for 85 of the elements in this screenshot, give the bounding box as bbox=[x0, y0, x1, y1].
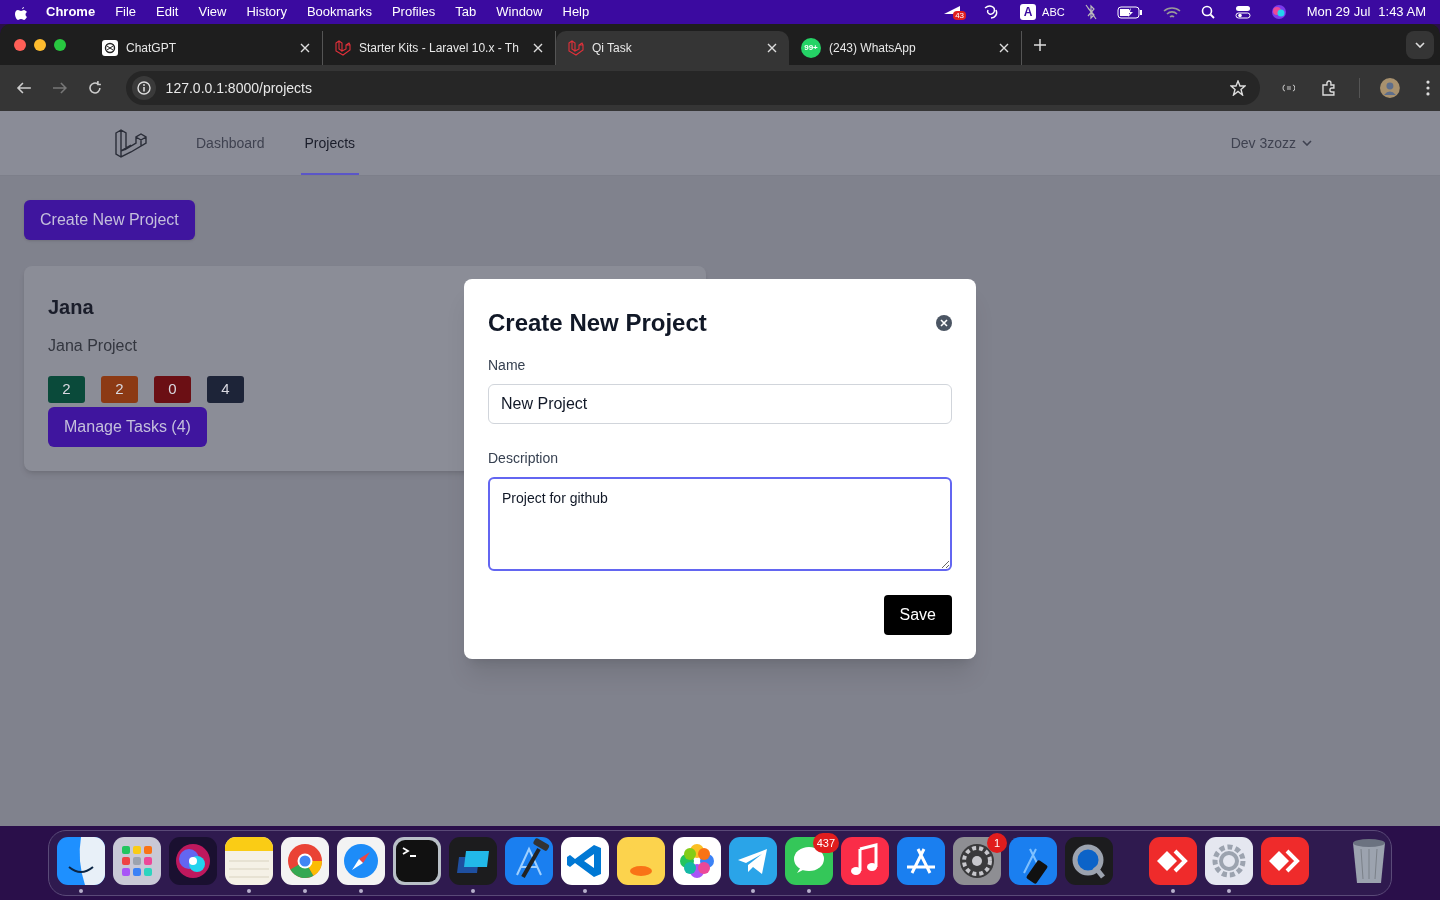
crossed-tools-icon[interactable] bbox=[897, 837, 945, 885]
window-control-icon[interactable] bbox=[14, 38, 26, 51]
input-source-label: ABC bbox=[1042, 4, 1065, 20]
star-icon[interactable] bbox=[1229, 80, 1246, 96]
window-control-icon[interactable] bbox=[54, 38, 66, 51]
info-icon bbox=[136, 81, 151, 95]
wifi-icon[interactable] bbox=[1162, 5, 1181, 19]
chevron-down-icon bbox=[1415, 41, 1425, 48]
task-count-badge: 0 bbox=[154, 376, 191, 403]
compass-icon[interactable] bbox=[337, 837, 385, 885]
card-stack-icon[interactable] bbox=[449, 837, 497, 885]
menu-item[interactable]: Tab bbox=[455, 2, 477, 22]
field-label: Description bbox=[488, 448, 560, 468]
split-square-icon[interactable] bbox=[57, 837, 105, 885]
cube-logo-icon bbox=[568, 40, 584, 56]
plus-icon[interactable] bbox=[1034, 38, 1046, 51]
menu-item[interactable]: Profiles bbox=[391, 2, 436, 22]
settings-icon[interactable] bbox=[1205, 837, 1253, 885]
manage-tasks-button[interactable]: Manage Tasks (4) bbox=[48, 407, 207, 447]
menu-item[interactable]: Edit bbox=[156, 2, 179, 22]
notepad-icon[interactable] bbox=[225, 837, 273, 885]
close-icon[interactable] bbox=[300, 43, 310, 53]
reload-icon[interactable] bbox=[87, 81, 102, 95]
search-icon[interactable] bbox=[1200, 5, 1215, 19]
close-icon[interactable] bbox=[999, 43, 1009, 53]
avatar-icon[interactable] bbox=[1380, 78, 1401, 98]
menu-item[interactable]: History bbox=[246, 2, 287, 22]
close-icon[interactable] bbox=[533, 43, 543, 53]
cube-logo-icon bbox=[335, 40, 351, 56]
battery-icon[interactable] bbox=[1116, 5, 1143, 19]
cube-logo-icon[interactable] bbox=[115, 127, 149, 159]
menu-item[interactable]: Help bbox=[562, 2, 590, 22]
menu-bar-time[interactable]: 1:43 AM bbox=[1378, 2, 1426, 22]
back-arrow-icon[interactable] bbox=[16, 81, 32, 95]
flower-icon[interactable] bbox=[673, 837, 721, 885]
field-label: Name bbox=[488, 356, 527, 375]
chat-bubble-icon[interactable] bbox=[785, 837, 833, 885]
music-note-icon[interactable] bbox=[841, 837, 889, 885]
settings-icon[interactable] bbox=[953, 837, 1001, 885]
menu-item[interactable]: Bookmarks bbox=[306, 2, 372, 22]
paper-plane-icon[interactable] bbox=[729, 837, 777, 885]
name-input-field[interactable]: New Project bbox=[488, 384, 952, 424]
description-textarea[interactable]: Project for github bbox=[488, 476, 952, 571]
menu-item[interactable]: Chrome bbox=[46, 2, 96, 22]
notification-badge: 43 bbox=[953, 11, 967, 20]
app-grid-icon[interactable] bbox=[113, 837, 161, 885]
input-source-icon[interactable]: A bbox=[1020, 4, 1037, 20]
orb-icon[interactable] bbox=[169, 837, 217, 885]
project-description: Jana Project bbox=[48, 336, 137, 356]
modal-title: Create New Project bbox=[488, 308, 707, 338]
browser-tab[interactable]: Qi Task bbox=[556, 31, 789, 65]
notification-badge: 437 bbox=[812, 833, 839, 853]
menu-item[interactable]: Window bbox=[496, 2, 543, 22]
terminal-icon[interactable] bbox=[393, 837, 441, 885]
project-name: Jana bbox=[48, 295, 94, 320]
puzzle-piece-icon[interactable] bbox=[1321, 80, 1338, 96]
menu-item[interactable]: View bbox=[198, 2, 227, 22]
knot-logo-icon bbox=[102, 40, 118, 56]
braces-icon[interactable] bbox=[1281, 84, 1296, 92]
task-count-badge: 2 bbox=[48, 376, 85, 403]
menu-bar-date[interactable]: Mon 29 Jul bbox=[1306, 2, 1371, 22]
close-icon[interactable] bbox=[936, 315, 952, 331]
task-count-badge: 4 bbox=[207, 376, 244, 403]
notification-badge: 1 bbox=[987, 833, 1007, 853]
address-bar[interactable]: 127.0.0.1:8000/projects bbox=[125, 71, 1260, 105]
close-icon[interactable] bbox=[767, 43, 777, 53]
menu-item[interactable]: File bbox=[115, 2, 137, 22]
forward-arrow-icon[interactable] bbox=[51, 81, 68, 95]
orb-icon[interactable] bbox=[1270, 4, 1287, 20]
site-info-button[interactable] bbox=[131, 76, 156, 100]
hammer-icon[interactable] bbox=[505, 837, 553, 885]
create-project-button[interactable]: Create New Project bbox=[24, 200, 195, 240]
favicon-count: 99+ bbox=[801, 38, 821, 58]
window-control-icon[interactable] bbox=[34, 38, 46, 51]
more-menu-icon[interactable] bbox=[1426, 80, 1430, 96]
task-count-badge: 2 bbox=[101, 376, 138, 403]
toggle-switch-icon[interactable] bbox=[1234, 5, 1251, 19]
save-button[interactable]: Save bbox=[883, 595, 952, 635]
chevron-down-icon bbox=[1302, 140, 1312, 146]
magnifier-icon[interactable] bbox=[1065, 837, 1113, 885]
bluetooth-icon[interactable] bbox=[1084, 4, 1097, 20]
apple-icon[interactable] bbox=[14, 4, 28, 20]
code-editor-icon[interactable] bbox=[561, 837, 609, 885]
tab-search-button[interactable] bbox=[1406, 30, 1434, 59]
nav-link[interactable]: Projects bbox=[300, 111, 360, 175]
